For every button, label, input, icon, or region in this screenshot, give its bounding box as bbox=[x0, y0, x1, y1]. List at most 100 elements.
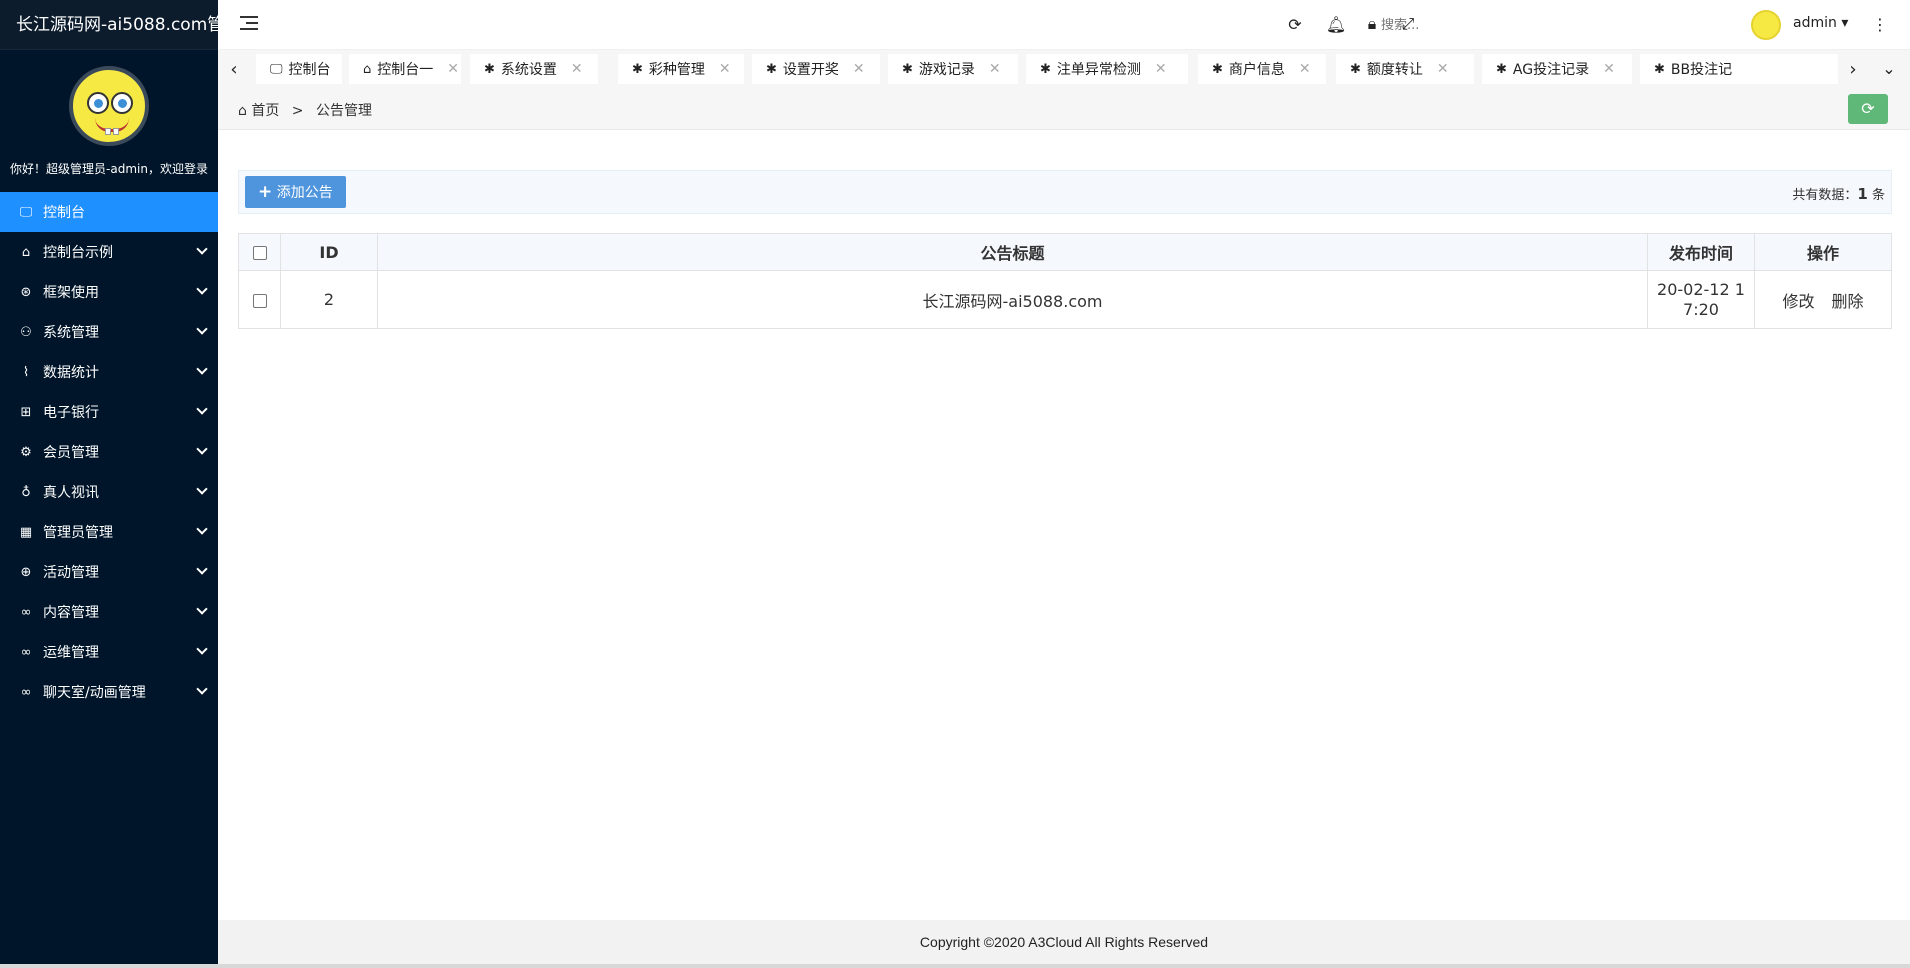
avatar-mouth bbox=[95, 118, 129, 132]
sidebar-item-label: 系统管理 bbox=[43, 325, 99, 341]
add-notice-button[interactable]: + 添加公告 bbox=[245, 176, 346, 208]
breadcrumb-path: ⌂ 首页 > 公告管理 bbox=[238, 100, 372, 120]
avatar[interactable] bbox=[69, 66, 149, 146]
chevron-down-icon bbox=[196, 403, 208, 415]
tab-6[interactable]: ✱ 注单异常检测 ✕ bbox=[1026, 54, 1188, 84]
palm-icon: ✱ bbox=[766, 61, 777, 77]
total-count: 共有数据：1 条 bbox=[1792, 184, 1885, 203]
row-select-cell bbox=[238, 270, 281, 329]
sidebar-item-1[interactable]: ⌂ 控制台示例 bbox=[0, 232, 218, 272]
tab-7[interactable]: ✱ 商户信息 ✕ bbox=[1198, 54, 1326, 84]
chevron-down-icon bbox=[196, 283, 208, 295]
tab-label: BB投注记 bbox=[1670, 62, 1733, 78]
sidebar-item-label: 内容管理 bbox=[43, 605, 99, 621]
plus-icon: + bbox=[258, 182, 273, 202]
sidebar-item-0[interactable]: 🖵 控制台 bbox=[0, 192, 218, 232]
tabs-menu-chevron-icon[interactable]: ⌄ bbox=[1879, 59, 1899, 78]
tab-8[interactable]: ✱ 额度转让 ✕ bbox=[1336, 54, 1474, 84]
grid-icon: ▦ bbox=[19, 524, 33, 540]
username-dropdown[interactable]: admin ▾ bbox=[1793, 15, 1848, 31]
more-icon[interactable]: ⋮ bbox=[1870, 14, 1890, 34]
close-icon[interactable]: ✕ bbox=[1155, 61, 1167, 77]
delete-link[interactable]: 删除 bbox=[1832, 292, 1864, 311]
close-icon[interactable]: ✕ bbox=[571, 61, 583, 77]
select-all-checkbox[interactable] bbox=[252, 246, 267, 260]
chevron-down-icon bbox=[196, 603, 208, 615]
fullscreen-icon[interactable]: ⤢ bbox=[1398, 14, 1418, 34]
ok-icon: ⊛ bbox=[20, 284, 32, 300]
sidebar-item-12[interactable]: ∞ 聊天室/动画管理 bbox=[0, 672, 218, 712]
tab-label: 游戏记录 bbox=[918, 62, 975, 78]
sidebar-item-label: 控制台 bbox=[43, 205, 85, 221]
bell-icon[interactable]: 🔔︎ bbox=[1326, 14, 1346, 34]
total-suffix: 条 bbox=[1867, 188, 1885, 203]
sidebar-item-2[interactable]: ⊛ 框架使用 bbox=[0, 272, 218, 312]
sidebar-item-6[interactable]: ⚙ 会员管理 bbox=[0, 432, 218, 472]
refresh-icon[interactable]: ⟳ bbox=[1285, 14, 1305, 34]
video-icon: ♁ bbox=[21, 484, 31, 500]
palm-icon: ✱ bbox=[902, 61, 913, 77]
tab-5[interactable]: ✱ 游戏记录 ✕ bbox=[888, 54, 1018, 84]
tab-9[interactable]: ✱ AG投注记录 ✕ bbox=[1482, 54, 1632, 84]
table-header-row: ID 公告标题 发布时间 操作 bbox=[238, 233, 1892, 271]
monitor-icon: 🖵 bbox=[270, 61, 283, 77]
tabs-prev-icon[interactable]: ‹ bbox=[224, 59, 244, 80]
close-icon[interactable]: ✕ bbox=[1299, 61, 1311, 77]
row-time-line1: 20-02-12 1 bbox=[1657, 279, 1745, 299]
tab-label: 设置开奖 bbox=[782, 62, 839, 78]
tab-3[interactable]: ✱ 彩种管理 ✕ bbox=[618, 54, 744, 84]
table-row: 2 长江源码网-ai5088.com 20-02-12 1 7:20 修改 删除 bbox=[238, 270, 1892, 329]
close-icon[interactable]: ✕ bbox=[1603, 61, 1615, 77]
tab-0[interactable]: 🖵 控制台 bbox=[256, 54, 342, 84]
refresh-button[interactable]: ⟳ bbox=[1848, 94, 1888, 124]
close-icon[interactable]: ✕ bbox=[853, 61, 865, 77]
footer: Copyright ©2020 A3Cloud All Rights Reser… bbox=[218, 920, 1910, 964]
home-icon: ⌂ bbox=[238, 103, 247, 119]
tab-4[interactable]: ✱ 设置开奖 ✕ bbox=[752, 54, 880, 84]
app-root: 长江源码网-ai5088.com管 你好！超级管理员-admin，欢迎登录 🖵 控… bbox=[0, 0, 1910, 968]
user-icon: ⚇ bbox=[20, 324, 32, 340]
close-icon[interactable]: ✕ bbox=[989, 61, 1001, 77]
sidebar-item-4[interactable]: ⌇ 数据统计 bbox=[0, 352, 218, 392]
sidebar-item-7[interactable]: ♁ 真人视讯 bbox=[0, 472, 218, 512]
tab-label: 系统设置 bbox=[500, 62, 557, 78]
header-time: 发布时间 bbox=[1647, 233, 1755, 271]
total-number: 1 bbox=[1857, 185, 1868, 203]
row-time: 20-02-12 1 7:20 bbox=[1647, 270, 1755, 329]
tab-label: 彩种管理 bbox=[648, 62, 705, 78]
sidebar-item-10[interactable]: ∞ 内容管理 bbox=[0, 592, 218, 632]
breadcrumb-separator: > bbox=[291, 103, 304, 119]
sidebar-item-label: 会员管理 bbox=[43, 445, 99, 461]
tab-1[interactable]: ⌂ 控制台一 ✕ bbox=[349, 54, 461, 84]
tabs-next-icon[interactable]: › bbox=[1843, 59, 1863, 80]
menu-toggle-icon[interactable] bbox=[240, 16, 258, 30]
palm-icon: ✱ bbox=[484, 61, 495, 77]
edit-link[interactable]: 修改 bbox=[1782, 292, 1814, 311]
topbar: 搜索... ⟳ 🔔︎ 🔒︎ ⤢ admin ▾ ⋮ bbox=[218, 0, 1910, 50]
tab-label: 注单异常检测 bbox=[1056, 62, 1141, 78]
header-actions: 操作 bbox=[1754, 233, 1892, 271]
sidebar-item-11[interactable]: ∞ 运维管理 bbox=[0, 632, 218, 672]
tab-2[interactable]: ✱ 系统设置 ✕ bbox=[470, 54, 598, 84]
link-icon: ∞ bbox=[20, 604, 32, 620]
row-checkbox[interactable] bbox=[252, 293, 267, 308]
breadcrumb-home[interactable]: 首页 bbox=[251, 103, 279, 119]
brand-title[interactable]: 长江源码网-ai5088.com管 bbox=[0, 0, 218, 50]
sidebar: 长江源码网-ai5088.com管 你好！超级管理员-admin，欢迎登录 🖵 控… bbox=[0, 0, 218, 968]
sidebar-item-8[interactable]: ▦ 管理员管理 bbox=[0, 512, 218, 552]
tab-10[interactable]: ✱ BB投注记 bbox=[1640, 54, 1838, 84]
link-icon: ∞ bbox=[20, 684, 32, 700]
tab-label: 额度转让 bbox=[1366, 62, 1423, 78]
lock-icon[interactable]: 🔒︎ bbox=[1362, 14, 1382, 34]
row-actions: 修改 删除 bbox=[1754, 270, 1892, 329]
sidebar-item-9[interactable]: ⊕ 活动管理 bbox=[0, 552, 218, 592]
user-avatar[interactable] bbox=[1751, 10, 1781, 40]
close-icon[interactable]: ✕ bbox=[719, 61, 731, 77]
sidebar-item-5[interactable]: ⊞ 电子银行 bbox=[0, 392, 218, 432]
avatar-tooth bbox=[105, 128, 111, 135]
sidebar-item-label: 聊天室/动画管理 bbox=[43, 685, 146, 701]
sidebar-item-3[interactable]: ⚇ 系统管理 bbox=[0, 312, 218, 352]
close-icon[interactable]: ✕ bbox=[1437, 61, 1449, 77]
row-time-line2: 7:20 bbox=[1683, 299, 1719, 319]
close-icon[interactable]: ✕ bbox=[447, 61, 459, 77]
